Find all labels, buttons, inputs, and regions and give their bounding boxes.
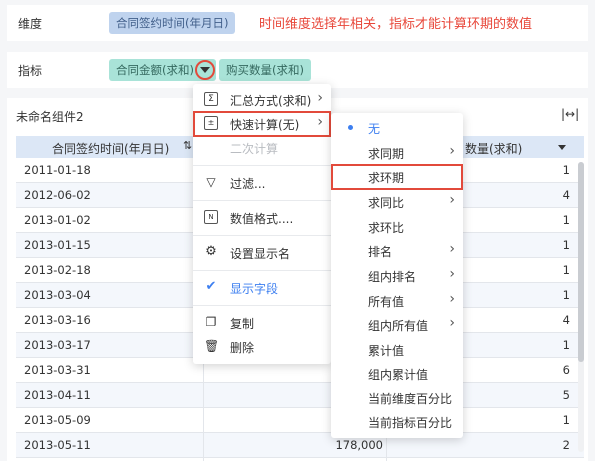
menu-item-copy[interactable]: ❐ 复制: [193, 311, 331, 335]
menu-item-number-format[interactable]: N 数值格式....: [193, 206, 331, 230]
submenu-item-all-values[interactable]: 所有值 ›: [331, 289, 463, 313]
menu-divider: [193, 270, 331, 271]
filter-icon: ▽: [206, 175, 216, 189]
copy-icon: ❐: [205, 315, 217, 329]
component-title: 未命名组件2: [16, 110, 84, 124]
column-menu-caret-icon[interactable]: [558, 145, 566, 150]
cell-date: 2013-03-17: [24, 338, 91, 352]
cell-quantity: 1: [562, 213, 570, 227]
cell-date: 2011-01-18: [24, 163, 91, 177]
cell-quantity: 6: [562, 363, 570, 377]
column-header-date[interactable]: 合同签约时间(年月日): [52, 140, 169, 157]
menu-item-filter[interactable]: ▽ 过滤...: [193, 171, 331, 195]
highlight-box-quick-calc: [193, 111, 331, 137]
fit-width-icon[interactable]: |↔|: [561, 107, 579, 121]
menu-divider: [193, 305, 331, 306]
cell-date: 2013-04-11: [24, 388, 91, 402]
cell-date: 2013-03-31: [24, 363, 91, 377]
metric-label: 指标: [18, 64, 43, 78]
submenu-item-dimension-percent[interactable]: 当前维度百分比: [331, 386, 463, 410]
menu-item-secondary-calc: 二次计算: [230, 142, 279, 156]
menu-divider: [193, 165, 331, 166]
sum-icon: Σ: [204, 92, 218, 106]
cell-date: 2012-06-02: [24, 188, 91, 202]
cell-quantity: 1: [562, 238, 570, 252]
menu-item-display-name[interactable]: ⚙ 设置显示名: [193, 241, 331, 265]
menu-item-delete[interactable]: 🗑 删除: [193, 335, 331, 359]
chevron-right-icon: ›: [449, 192, 455, 208]
cell-date: 2013-01-15: [24, 238, 91, 252]
chevron-right-icon: ›: [449, 315, 455, 331]
column-header-quantity[interactable]: 数量(求和): [465, 140, 522, 157]
chevron-right-icon: ›: [449, 241, 455, 257]
menu-item-aggregation[interactable]: Σ 汇总方式(求和) ›: [193, 88, 331, 112]
cell-quantity: 4: [562, 313, 570, 327]
chevron-right-icon: ›: [449, 143, 455, 159]
dimension-field-pill[interactable]: 合同签约时间(年月日): [109, 12, 236, 34]
submenu-item-none[interactable]: 无: [331, 116, 463, 140]
metric-field-pill-quantity[interactable]: 购买数量(求和): [219, 59, 311, 81]
sort-icon[interactable]: ⇅: [183, 139, 192, 152]
cell-date: 2013-01-02: [24, 213, 91, 227]
cell-date: 2013-03-04: [24, 288, 91, 302]
cell-quantity: 1: [562, 338, 570, 352]
number-format-icon: N: [204, 210, 218, 224]
cell-date: 2013-05-09: [24, 413, 91, 427]
submenu-item-group-cumulative[interactable]: 组内累计值: [331, 362, 463, 386]
cell-quantity: 2: [562, 438, 570, 452]
cell-date: 2013-02-18: [24, 263, 91, 277]
highlight-box-previous-period: [331, 164, 463, 190]
check-icon: ✔: [205, 279, 217, 294]
cell-quantity: 1: [562, 163, 570, 177]
cell-quantity: 1: [562, 413, 570, 427]
table-row[interactable]: 2013-05-11 178,000 2: [16, 433, 584, 458]
dimension-bar: 维度 合同签约时间(年月日) 时间维度选择年相关，指标才能计算环期的数值: [7, 5, 588, 41]
cell-date: 2013-05-11: [24, 438, 91, 452]
cell-quantity: 4: [562, 188, 570, 202]
menu-item-show-field[interactable]: ✔ 显示字段: [193, 276, 331, 300]
annotation-note: 时间维度选择年相关，指标才能计算环期的数值: [259, 17, 533, 32]
chevron-right-icon: ›: [449, 266, 455, 282]
field-dropdown-button[interactable]: [195, 60, 215, 80]
table-row[interactable]: 2013-04-11 5: [16, 383, 584, 408]
metric-bar: 指标 合同金额(求和) 购买数量(求和): [7, 52, 588, 88]
menu-divider: [193, 235, 331, 236]
submenu-item-yoy[interactable]: 求同比 ›: [331, 190, 463, 214]
submenu-item-rank[interactable]: 排名 ›: [331, 239, 463, 263]
scrollbar-thumb[interactable]: [578, 162, 584, 362]
chevron-right-icon: ›: [317, 90, 323, 106]
gear-icon: ⚙: [205, 244, 217, 259]
cell-date: 2013-03-16: [24, 313, 91, 327]
cell-quantity: 1: [562, 263, 570, 277]
menu-divider: [193, 200, 331, 201]
submenu-item-metric-percent[interactable]: 当前指标百分比: [331, 410, 463, 434]
submenu-item-cumulative[interactable]: 累计值: [331, 338, 463, 362]
cell-quantity: 1: [562, 288, 570, 302]
dimension-label: 维度: [18, 17, 43, 31]
selected-dot-icon: [348, 125, 353, 130]
chevron-right-icon: ›: [449, 291, 455, 307]
field-context-menu: Σ 汇总方式(求和) › ± 快速计算(无) › 二次计算 ▽ 过滤... N …: [193, 84, 331, 364]
cell-amount: 178,000: [335, 438, 383, 452]
cell-quantity: 5: [562, 388, 570, 402]
trash-icon: 🗑: [204, 339, 220, 353]
quick-calc-submenu: 无 求同期 › 求环期 求同比 › 求环比 排名 › 组内排名 › 所有值 › …: [331, 113, 463, 438]
submenu-item-same-period[interactable]: 求同期 ›: [331, 141, 463, 165]
submenu-item-group-rank[interactable]: 组内排名 ›: [331, 264, 463, 288]
caret-down-icon: [200, 67, 210, 73]
table-row[interactable]: 2013-05-09 1: [16, 408, 584, 433]
submenu-item-mom[interactable]: 求环比: [331, 215, 463, 239]
table-scrollbar[interactable]: [578, 162, 584, 452]
submenu-item-group-all-values[interactable]: 组内所有值 ›: [331, 313, 463, 337]
